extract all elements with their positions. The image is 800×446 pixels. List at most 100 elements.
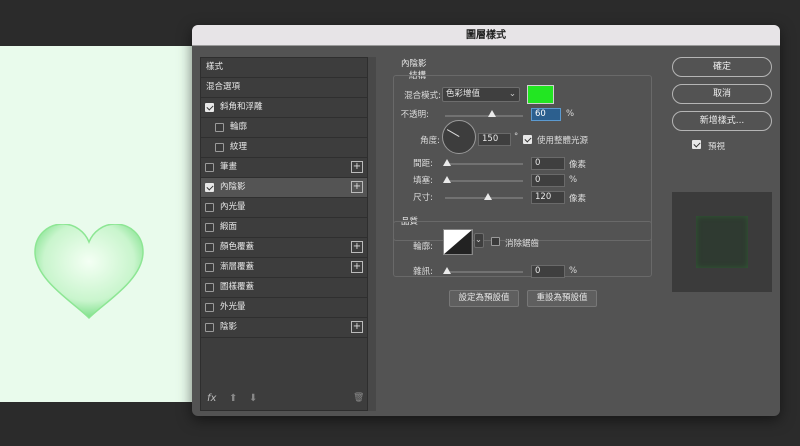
style-list-item[interactable]: 混合選項 <box>201 78 367 98</box>
move-down-icon[interactable]: ⬇ <box>249 393 257 404</box>
cancel-button[interactable]: 取消 <box>672 84 772 104</box>
angle-unit: ° <box>514 132 519 142</box>
style-list-item[interactable]: 輪廓 <box>201 118 367 138</box>
plus-icon[interactable]: + <box>351 161 363 173</box>
contour-preview[interactable] <box>443 229 473 255</box>
global-light-checkbox[interactable] <box>523 135 532 144</box>
style-list-label: 筆畫 <box>220 162 238 172</box>
contour-dropdown[interactable]: ⌄ <box>474 233 484 248</box>
style-list-label: 漸層覆蓋 <box>220 262 255 272</box>
distance-slider-track[interactable] <box>445 163 523 165</box>
style-list-item[interactable]: 漸層覆蓋 + <box>201 258 367 278</box>
style-list-item[interactable]: 圖樣覆蓋 <box>201 278 367 298</box>
style-list-item[interactable]: 筆畫 + <box>201 158 367 178</box>
noise-label: 雜訊: <box>413 267 433 277</box>
angle-dial[interactable] <box>442 120 476 154</box>
dialog-title: 圖層樣式 <box>192 25 780 46</box>
choke-slider-track[interactable] <box>445 180 523 182</box>
opacity-field[interactable]: 60 <box>531 108 561 121</box>
contour-label: 輪廓: <box>413 242 433 252</box>
plus-icon[interactable]: + <box>351 261 363 273</box>
choke-slider-thumb[interactable] <box>443 176 451 183</box>
ok-button[interactable]: 確定 <box>672 57 772 77</box>
style-list-label: 陰影 <box>220 322 238 332</box>
style-list-item[interactable]: 樣式 <box>201 58 367 78</box>
style-list-label: 紋理 <box>230 142 248 152</box>
style-list-item[interactable]: 內陰影 + <box>201 178 367 198</box>
style-preview-thumbnail <box>672 192 772 292</box>
chevron-down-icon: ⌄ <box>474 235 482 245</box>
style-list-item[interactable]: 內光暈 <box>201 198 367 218</box>
size-field[interactable]: 120 <box>531 191 565 204</box>
style-list-item[interactable]: 緞面 <box>201 218 367 238</box>
preview-checkbox[interactable] <box>692 140 701 149</box>
style-list-label: 外光暈 <box>220 302 246 312</box>
style-enable-checkbox[interactable] <box>205 103 214 112</box>
distance-field[interactable]: 0 <box>531 157 565 170</box>
plus-icon[interactable]: + <box>351 181 363 193</box>
list-toolbar: fx ⬆ ⬇ 🗑 <box>201 390 367 410</box>
styles-list-scrollbar[interactable] <box>368 57 376 411</box>
reset-default-button[interactable]: 重設為預設值 <box>527 290 597 307</box>
layer-style-dialog: 圖層樣式 樣式 混合選項 斜角和浮雕 輪廓 紋理 筆畫 + 內陰影 + 內光暈 緞面 顏色覆蓋 + 漸層覆… <box>192 25 780 416</box>
style-enable-checkbox[interactable] <box>205 203 214 212</box>
style-enable-checkbox[interactable] <box>205 223 214 232</box>
noise-slider-thumb[interactable] <box>443 267 451 274</box>
opacity-slider-track[interactable] <box>445 115 523 117</box>
style-list-item[interactable]: 外光暈 <box>201 298 367 318</box>
chevron-down-icon: ⌄ <box>508 89 516 99</box>
shadow-color-swatch[interactable] <box>527 85 554 104</box>
distance-unit: 像素 <box>569 160 587 170</box>
fx-icon[interactable]: fx <box>207 393 216 404</box>
size-slider-thumb[interactable] <box>484 193 492 200</box>
opacity-slider-thumb[interactable] <box>487 110 496 117</box>
choke-field[interactable]: 0 <box>531 174 565 187</box>
style-list-label: 緞面 <box>220 222 238 232</box>
trash-icon[interactable]: 🗑 <box>353 393 364 403</box>
style-enable-checkbox[interactable] <box>215 123 224 132</box>
antialias-checkbox[interactable] <box>491 237 500 246</box>
antialias-label: 消除鋸齒 <box>505 239 540 249</box>
plus-icon[interactable]: + <box>351 241 363 253</box>
make-default-button[interactable]: 設定為預設值 <box>449 290 519 307</box>
style-list-item[interactable]: 紋理 <box>201 138 367 158</box>
noise-field[interactable]: 0 <box>531 265 565 278</box>
inner-shadow-panel: 內陰影 結構 混合模式: 色彩增值 ⌄ 不透明: 60 % 角度: 150 ° … <box>387 57 662 411</box>
distance-slider-thumb[interactable] <box>443 159 451 166</box>
document-canvas <box>0 46 193 402</box>
noise-slider-track[interactable] <box>445 271 523 273</box>
style-list-label: 斜角和浮雕 <box>220 102 263 112</box>
style-enable-checkbox[interactable] <box>205 163 214 172</box>
choke-label: 填塞: <box>413 176 433 186</box>
style-list-label: 樣式 <box>206 62 224 72</box>
style-list-item[interactable]: 顏色覆蓋 + <box>201 238 367 258</box>
blend-mode-select[interactable]: 色彩增值 ⌄ <box>442 87 520 102</box>
angle-field[interactable]: 150 <box>478 133 511 146</box>
style-enable-checkbox[interactable] <box>205 183 214 192</box>
preview-label: 預視 <box>708 142 726 152</box>
style-list-label: 內光暈 <box>220 202 246 212</box>
style-enable-checkbox[interactable] <box>205 243 214 252</box>
style-list-item[interactable]: 陰影 + <box>201 318 367 338</box>
style-enable-checkbox[interactable] <box>215 143 224 152</box>
angle-label: 角度: <box>420 136 440 146</box>
blend-mode-label: 混合模式: <box>404 91 441 101</box>
choke-unit: % <box>569 175 578 185</box>
size-label: 尺寸: <box>413 193 433 203</box>
style-enable-checkbox[interactable] <box>205 283 214 292</box>
opacity-unit: % <box>566 109 575 119</box>
move-up-icon[interactable]: ⬆ <box>229 393 237 404</box>
style-enable-checkbox[interactable] <box>205 263 214 272</box>
style-list-label: 內陰影 <box>220 182 246 192</box>
noise-unit: % <box>569 266 578 276</box>
style-list-label: 顏色覆蓋 <box>220 242 255 252</box>
style-list-label: 混合選項 <box>206 82 241 92</box>
style-enable-checkbox[interactable] <box>205 303 214 312</box>
style-list-item[interactable]: 斜角和浮雕 <box>201 98 367 118</box>
distance-label: 間距: <box>413 159 433 169</box>
style-list-label: 圖樣覆蓋 <box>220 282 255 292</box>
style-enable-checkbox[interactable] <box>205 323 214 332</box>
size-unit: 像素 <box>569 194 587 204</box>
new-style-button[interactable]: 新增樣式... <box>672 111 772 131</box>
plus-icon[interactable]: + <box>351 321 363 333</box>
